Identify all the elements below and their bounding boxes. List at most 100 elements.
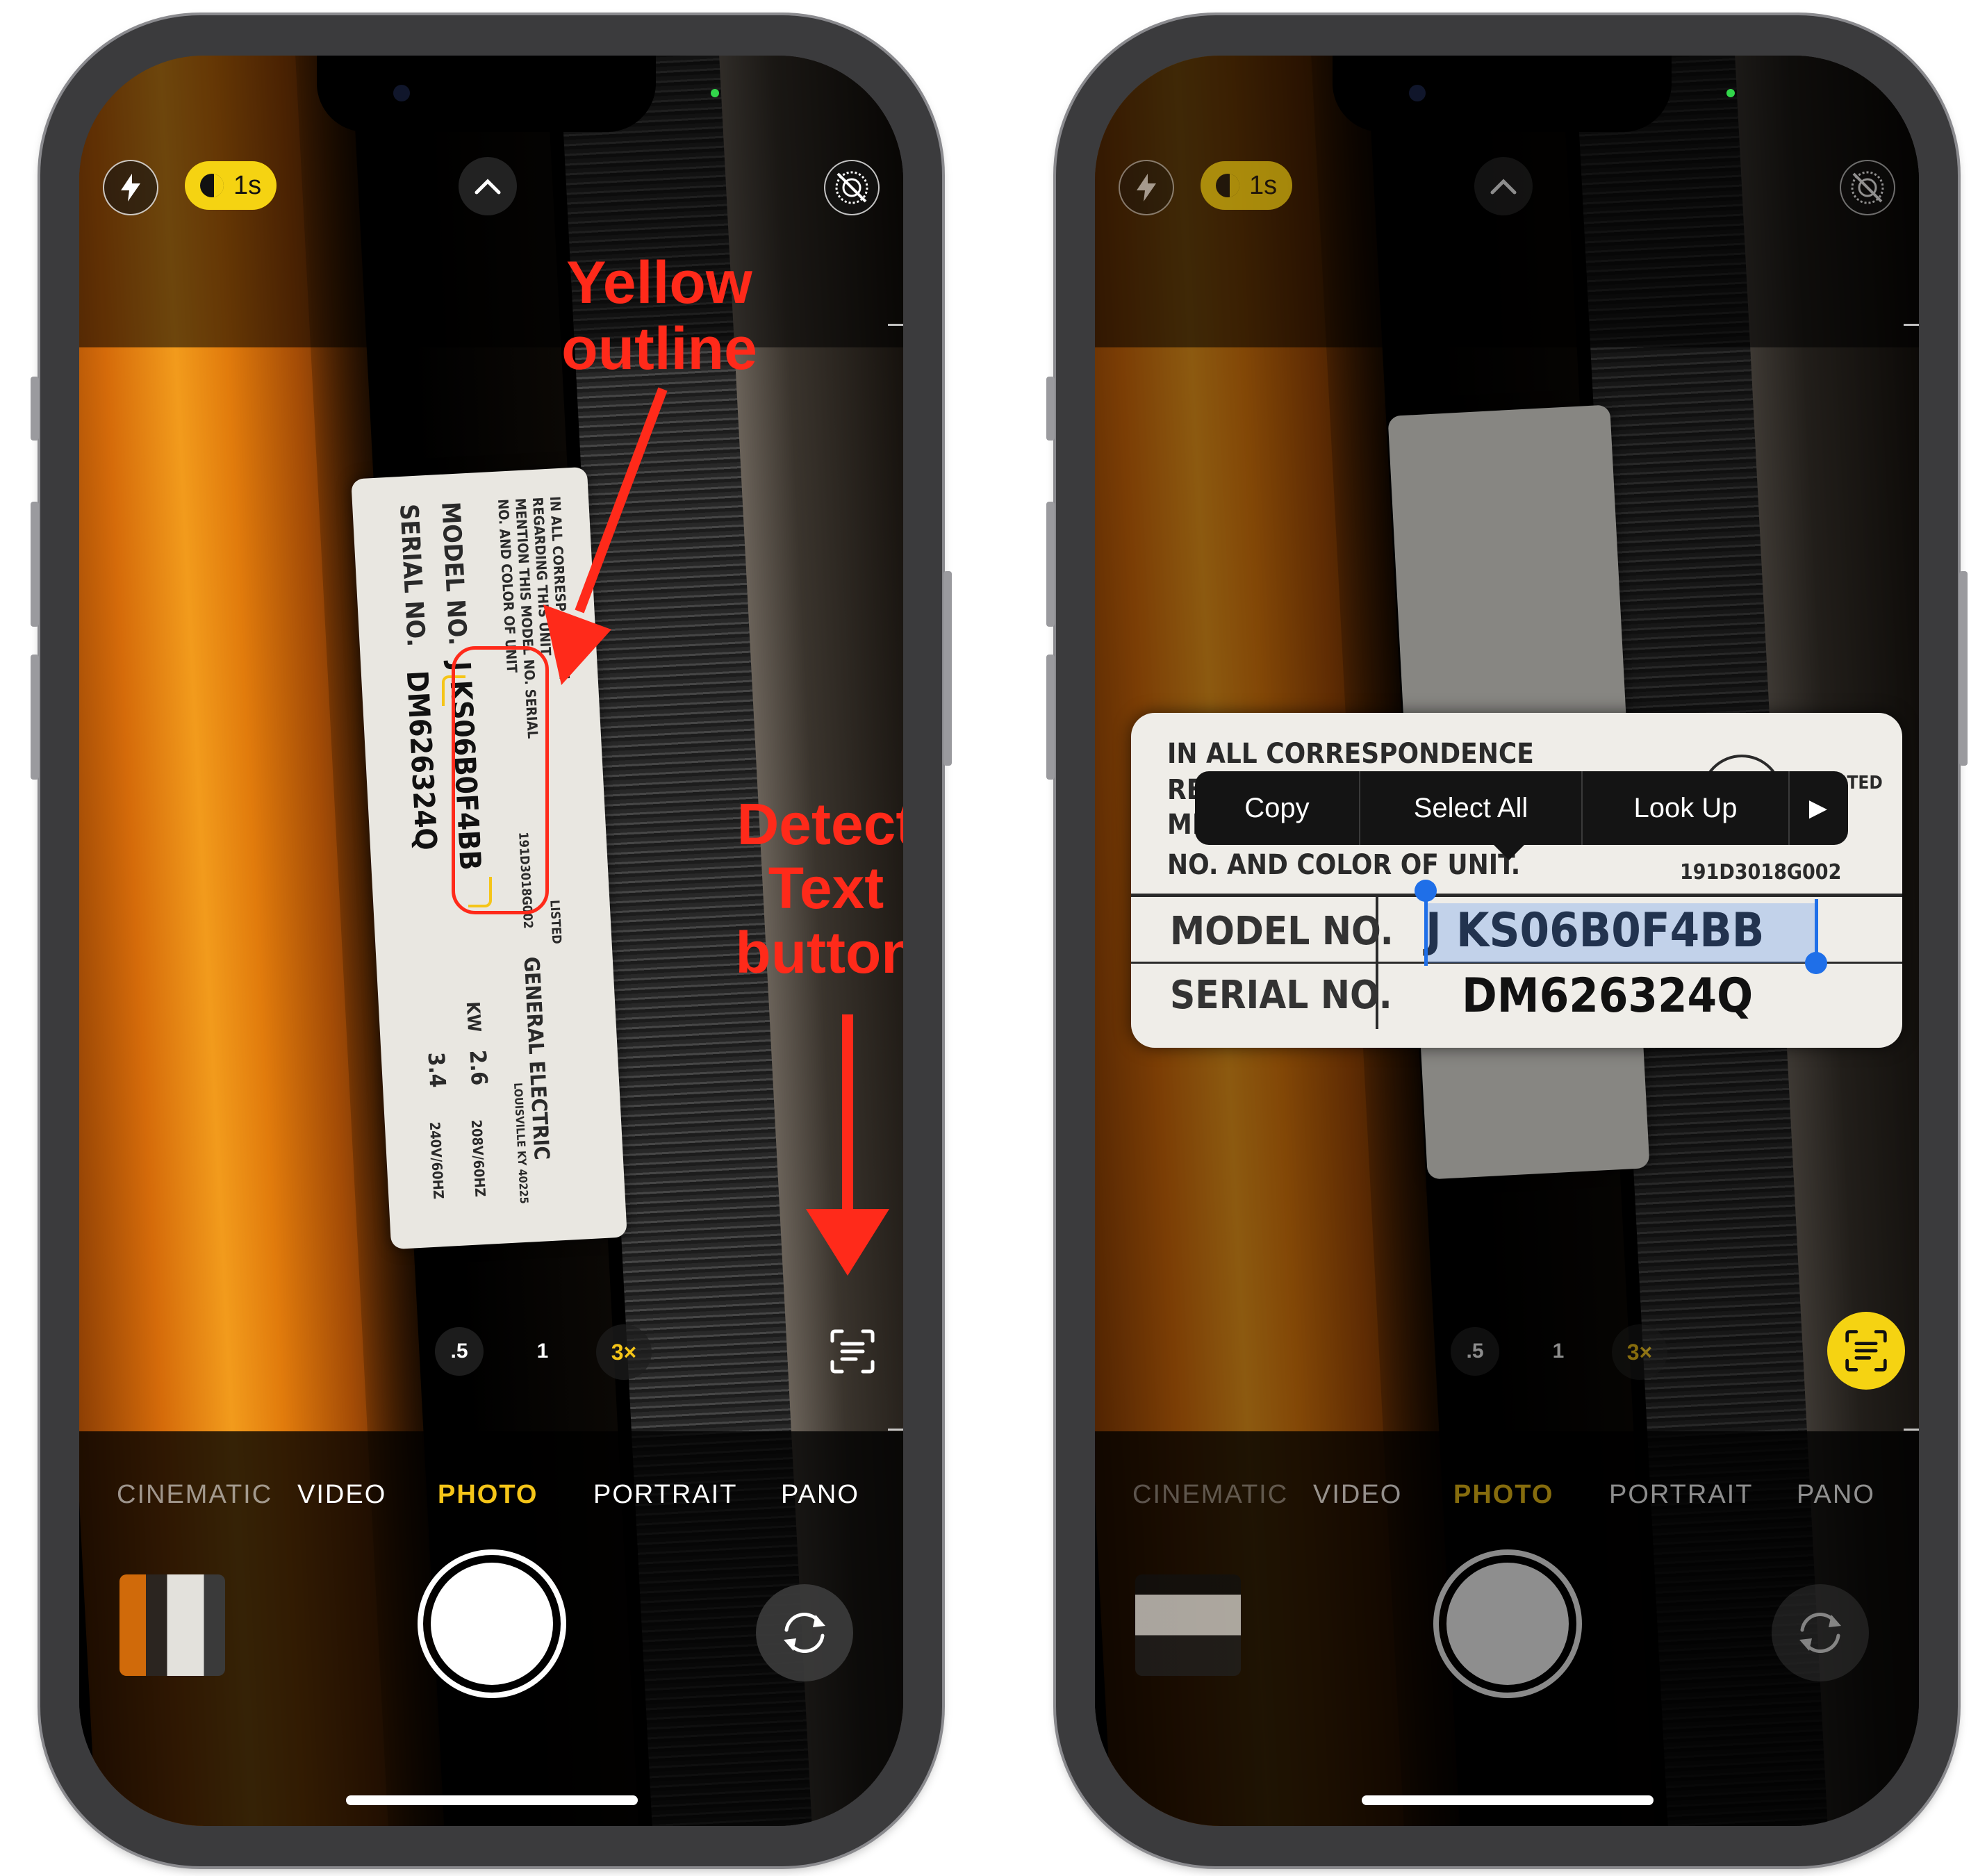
- camera-in-use-indicator: [1726, 89, 1735, 97]
- mode-portrait[interactable]: PORTRAIT: [1609, 1480, 1753, 1510]
- flip-camera-button[interactable]: [1772, 1584, 1869, 1681]
- look-up-menu-item[interactable]: Look Up: [1583, 771, 1788, 845]
- notch: [317, 56, 656, 132]
- frame-corner-bottom-right: [1904, 1387, 1919, 1431]
- volume-down-button: [31, 655, 39, 780]
- silent-switch: [31, 377, 39, 441]
- home-indicator[interactable]: [1362, 1795, 1654, 1805]
- zl-code[interactable]: 191D3018G002: [1680, 860, 1841, 884]
- live-photo-off-button[interactable]: [824, 160, 880, 215]
- detect-text-icon: [830, 1329, 875, 1374]
- zoom-1x-button[interactable]: 1: [1534, 1327, 1583, 1376]
- home-indicator[interactable]: [346, 1795, 638, 1805]
- annotation-arrow-detect: [806, 1014, 889, 1276]
- flash-button[interactable]: [103, 160, 158, 215]
- mode-portrait[interactable]: PORTRAIT: [593, 1480, 737, 1510]
- flash-icon: [1137, 174, 1156, 201]
- sticker-volts2: 240V/60HZ: [426, 1121, 447, 1200]
- flash-button[interactable]: [1119, 160, 1174, 215]
- left-screen: IN ALL CORRESPONDENCE REGARDING THIS UNI…: [79, 56, 903, 1826]
- shutter-inner: [1446, 1563, 1569, 1685]
- flip-camera-button[interactable]: [756, 1584, 853, 1681]
- sticker-model-label: MODEL NO.: [436, 501, 472, 646]
- context-menu-pointer: [1492, 844, 1526, 860]
- mode-cinematic[interactable]: CINEMATIC: [117, 1480, 272, 1510]
- live-photo-duration-pill[interactable]: 1s: [1201, 161, 1293, 210]
- shutter-button[interactable]: [418, 1549, 566, 1698]
- camera-mode-selector[interactable]: CINEMATIC VIDEO PHOTO PORTRAIT PANO: [1095, 1480, 1919, 1522]
- zoom-0-5x-button[interactable]: .5: [435, 1327, 484, 1376]
- zl-serial[interactable]: DM626324Q: [1462, 969, 1753, 1023]
- controls-expand-button[interactable]: [459, 157, 517, 215]
- detect-text-button[interactable]: [821, 1320, 884, 1383]
- zoom-0-5x-button[interactable]: .5: [1451, 1327, 1499, 1376]
- sticker-listed: LISTED: [547, 899, 564, 945]
- frame-corner-top-right: [1904, 324, 1919, 368]
- sticker-kw2: 3.4: [422, 1051, 452, 1089]
- live-duration: 1s: [233, 170, 262, 200]
- selection-start-bar: [1424, 899, 1428, 966]
- zl-model-label[interactable]: MODEL NO.: [1170, 909, 1394, 954]
- shutter-button-disabled[interactable]: [1433, 1549, 1582, 1698]
- mode-video[interactable]: VIDEO: [1313, 1480, 1402, 1510]
- annotation-yellow-outline: Yellow outline: [561, 249, 757, 382]
- mode-photo[interactable]: PHOTO: [1453, 1480, 1553, 1510]
- select-all-menu-item[interactable]: Select All: [1360, 771, 1581, 845]
- detect-text-icon: [1845, 1330, 1887, 1372]
- annotation-arrow-outline: [543, 387, 668, 685]
- right-phone: 1s IN ALL CORRESPONDENCE RE ME NO. AND C…: [1046, 15, 1968, 1866]
- live-photo-off-icon: [835, 171, 868, 204]
- mode-photo[interactable]: PHOTO: [438, 1480, 538, 1510]
- detect-text-button-active[interactable]: [1827, 1312, 1905, 1390]
- zl-line1[interactable]: IN ALL CORRESPONDENCE: [1167, 738, 1534, 770]
- zoom-1x-button[interactable]: 1: [518, 1327, 567, 1376]
- frame-corner-top-right: [888, 324, 903, 368]
- shutter-inner: [431, 1563, 553, 1685]
- power-button: [1959, 571, 1968, 766]
- more-options-arrow[interactable]: ▶: [1790, 771, 1847, 845]
- zl-serial-label[interactable]: SERIAL NO.: [1170, 973, 1392, 1018]
- recognized-text-panel[interactable]: IN ALL CORRESPONDENCE RE ME NO. AND COLO…: [1131, 713, 1902, 1048]
- camera-mode-selector[interactable]: CINEMATIC VIDEO PHOTO PORTRAIT PANO: [79, 1480, 903, 1522]
- controls-expand-button[interactable]: [1474, 157, 1533, 215]
- selection-start-handle[interactable]: [1415, 880, 1437, 902]
- sticker-volts1: 208V/60HZ: [468, 1119, 489, 1198]
- flash-icon: [121, 174, 140, 201]
- live-photo-duration-pill[interactable]: 1s: [185, 161, 277, 210]
- volume-up-button: [1046, 502, 1055, 627]
- night-mode-icon: [200, 174, 224, 197]
- copy-menu-item[interactable]: Copy: [1195, 771, 1359, 845]
- last-photo-thumbnail[interactable]: [1135, 1574, 1241, 1676]
- night-mode-icon: [1216, 174, 1239, 197]
- notch: [1333, 56, 1672, 132]
- chevron-up-icon: [1490, 179, 1517, 195]
- volume-down-button: [1046, 655, 1055, 780]
- selection-end-handle[interactable]: [1805, 952, 1827, 974]
- zl-line4[interactable]: NO. AND COLOR OF UNIT.: [1167, 849, 1520, 881]
- power-button: [943, 571, 952, 766]
- sticker-kw-label: KW: [461, 1001, 485, 1033]
- text-selection-highlight: [1424, 903, 1817, 963]
- live-photo-off-button[interactable]: [1840, 160, 1895, 215]
- annotation-detect-text-button: Detect Text button: [735, 791, 903, 985]
- mode-cinematic[interactable]: CINEMATIC: [1132, 1480, 1288, 1510]
- label-rule-1: [1131, 894, 1902, 897]
- right-screen: 1s IN ALL CORRESPONDENCE RE ME NO. AND C…: [1095, 56, 1919, 1826]
- front-camera: [1409, 85, 1426, 101]
- last-photo-thumbnail[interactable]: [119, 1574, 225, 1676]
- volume-up-button: [31, 502, 39, 627]
- left-phone: IN ALL CORRESPONDENCE REGARDING THIS UNI…: [31, 15, 952, 1866]
- zoom-3x-button[interactable]: 3×: [1612, 1324, 1667, 1380]
- live-duration: 1s: [1249, 170, 1278, 200]
- sticker-serial: DM626324Q: [399, 669, 444, 851]
- chevron-up-icon: [475, 179, 501, 195]
- text-context-menu: Copy Select All Look Up ▶: [1195, 771, 1848, 845]
- silent-switch: [1046, 377, 1055, 441]
- live-photo-off-icon: [1851, 171, 1884, 204]
- zoom-3x-button[interactable]: 3×: [596, 1324, 652, 1380]
- flip-camera-icon: [1799, 1613, 1841, 1653]
- mode-pano[interactable]: PANO: [781, 1480, 859, 1510]
- sticker-serial-label: SERIAL NO.: [394, 503, 430, 648]
- mode-video[interactable]: VIDEO: [297, 1480, 386, 1510]
- mode-pano[interactable]: PANO: [1797, 1480, 1875, 1510]
